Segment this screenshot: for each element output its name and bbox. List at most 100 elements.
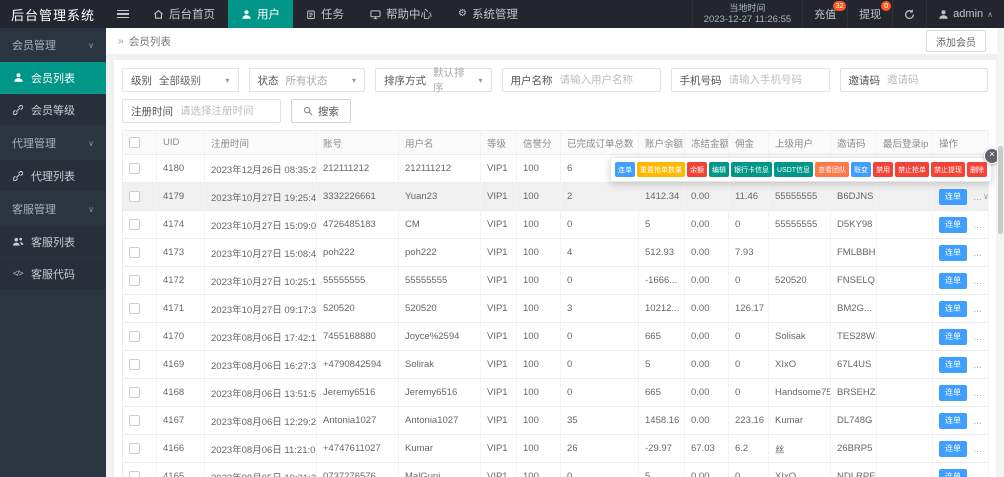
dispatch-order-button[interactable]: 连单 (939, 385, 967, 401)
more-actions-button[interactable]: … (973, 192, 983, 202)
dispatch-order-button[interactable]: 连单 (939, 441, 967, 457)
dispatch-order-button[interactable]: 连单 (939, 329, 967, 345)
more-actions-button[interactable]: … (973, 220, 983, 230)
disable-button[interactable]: 禁用 (873, 162, 893, 177)
row-cell-10: XIxO (769, 351, 831, 379)
sidebar-group-agent-management[interactable]: 代理管理∨ (0, 126, 106, 160)
more-actions-button[interactable]: … (973, 388, 983, 398)
phone-input[interactable] (729, 74, 821, 86)
balance-button[interactable]: 余额 (687, 162, 707, 177)
local-time-label: 当地时间 (704, 3, 792, 14)
dispatch-order-button[interactable]: 连单 (939, 245, 967, 261)
add-member-button[interactable]: 添加会员 (926, 30, 986, 52)
delete-button[interactable]: 删除 (967, 162, 987, 177)
level-select[interactable]: 级别全部级别▾ (122, 68, 239, 92)
top-nav-help-center[interactable]: 帮助中心 (357, 0, 445, 28)
sidebar-item-support-code[interactable]: </>客服代码 (0, 258, 106, 290)
sidebar-item-member-list[interactable]: 会员列表 (0, 62, 106, 94)
select-all-checkbox[interactable] (129, 137, 140, 148)
username-input-label: 用户名称 (511, 73, 553, 88)
row-checkbox[interactable] (129, 191, 140, 202)
row-cell-0: 4179 (157, 183, 205, 211)
page-scrollbar[interactable] (997, 28, 1004, 477)
row-checkbox[interactable] (129, 471, 140, 477)
dispatch-order-button[interactable]: 连单 (939, 273, 967, 289)
usdt-info-button[interactable]: USDT信息 (774, 162, 813, 177)
dispatch-order-button[interactable]: 连单 (939, 413, 967, 429)
row-checkbox[interactable] (129, 331, 140, 342)
more-actions-button[interactable]: … (973, 276, 983, 286)
row-cell-11: 67L4US (831, 351, 877, 379)
row-cell-9: 0 (729, 211, 769, 239)
dispatch-order-button[interactable]: 连单 (939, 217, 967, 233)
user-avatar-icon (938, 9, 949, 20)
row-cell-4: VIP1 (481, 239, 517, 267)
dispatch-order-button[interactable]: 连单 (939, 357, 967, 373)
withdraw-button[interactable]: 提现 0 (847, 0, 892, 28)
scrollbar-thumb[interactable] (998, 146, 1003, 234)
register-time-input[interactable] (180, 105, 272, 117)
row-checkbox[interactable] (129, 359, 140, 370)
row-cell-9: 0 (729, 463, 769, 477)
forbid-withdraw-button[interactable]: 禁止提现 (931, 162, 965, 177)
sidebar-item-agent-list[interactable]: 代理列表 (0, 160, 106, 192)
top-nav-tasks[interactable]: 任务 (293, 0, 357, 28)
top-nav-home[interactable]: 后台首页 (140, 0, 228, 28)
more-actions-button[interactable]: … (973, 248, 983, 258)
sidebar-item-member-level[interactable]: 会员等级 (0, 94, 106, 126)
row-cell-0: 4169 (157, 351, 205, 379)
invite-code-input[interactable] (887, 74, 979, 86)
sidebar-group-support-management[interactable]: 客服管理∨ (0, 192, 106, 226)
top-nav-users[interactable]: 用户 (228, 0, 293, 28)
search-button[interactable]: 搜索 (291, 99, 351, 123)
dispatch-order-button[interactable]: 连单 (939, 469, 967, 477)
status-select[interactable]: 状态所有状态▾ (249, 68, 366, 92)
row-checkbox[interactable] (129, 303, 140, 314)
user-menu[interactable]: admin ∧ (926, 0, 1004, 28)
breadcrumb: » 会员列表 (118, 34, 171, 49)
row-checkbox[interactable] (129, 247, 140, 258)
row-cell-0: 4173 (157, 239, 205, 267)
row-checkbox[interactable] (129, 387, 140, 398)
row-cell-3: MalGuni (399, 463, 481, 477)
dispatch-order-button[interactable]: 连单 (939, 301, 967, 317)
more-actions-button[interactable]: … (973, 360, 983, 370)
refresh-button[interactable] (892, 0, 926, 28)
recharge-button[interactable]: 充值 32 (802, 0, 847, 28)
more-actions-button[interactable]: … (973, 304, 983, 314)
username-input[interactable] (560, 74, 652, 86)
dispatch-order-button[interactable]: 连单 (615, 162, 635, 177)
sidebar-group-member-management[interactable]: 会员管理∨ (0, 28, 106, 62)
sort-select-label: 排序方式 (384, 73, 426, 88)
edit-button[interactable]: 编辑 (709, 162, 729, 177)
top-nav: 后台首页用户任务帮助中心⚙系统管理 (140, 0, 531, 28)
row-checkbox[interactable] (129, 443, 140, 454)
reset-grab-count-button[interactable]: 重置抢单数量 (637, 162, 685, 177)
row-cell-0: 4172 (157, 267, 205, 295)
row-ops: 连单 … (939, 217, 982, 233)
row-ops: 连单 … (939, 329, 982, 345)
more-actions-button[interactable]: … (973, 444, 983, 454)
menu-toggle-icon[interactable] (106, 0, 140, 28)
chevron-down-icon[interactable]: ∨ (983, 192, 989, 201)
top-nav-system[interactable]: ⚙系统管理 (445, 0, 531, 28)
bank-card-info-button[interactable]: 银行卡信息 (731, 162, 772, 177)
account-change-button[interactable]: 账变 (851, 162, 871, 177)
sidebar-item-label: 客服代码 (31, 266, 75, 282)
row-checkbox[interactable] (129, 275, 140, 286)
row-cell-2: Antonia1027 (317, 407, 399, 435)
sidebar-item-support-list[interactable]: 客服列表 (0, 226, 106, 258)
more-actions-button[interactable]: … (973, 416, 983, 426)
row-cell-2: Jeremy6516 (317, 379, 399, 407)
forbid-grab-button[interactable]: 禁止抢单 (895, 162, 929, 177)
more-actions-button[interactable]: … (973, 332, 983, 342)
more-actions-button[interactable]: … (973, 472, 983, 477)
row-checkbox[interactable] (129, 415, 140, 426)
view-team-button[interactable]: 查看团队 (815, 162, 849, 177)
row-ops-cell: 连单 … (933, 379, 989, 407)
dispatch-order-button[interactable]: 连单 (939, 189, 967, 205)
row-checkbox[interactable] (129, 219, 140, 230)
column-header-13: 操作 (933, 131, 989, 155)
sort-select[interactable]: 排序方式默认排序▾ (375, 68, 492, 92)
row-checkbox[interactable] (129, 163, 140, 174)
